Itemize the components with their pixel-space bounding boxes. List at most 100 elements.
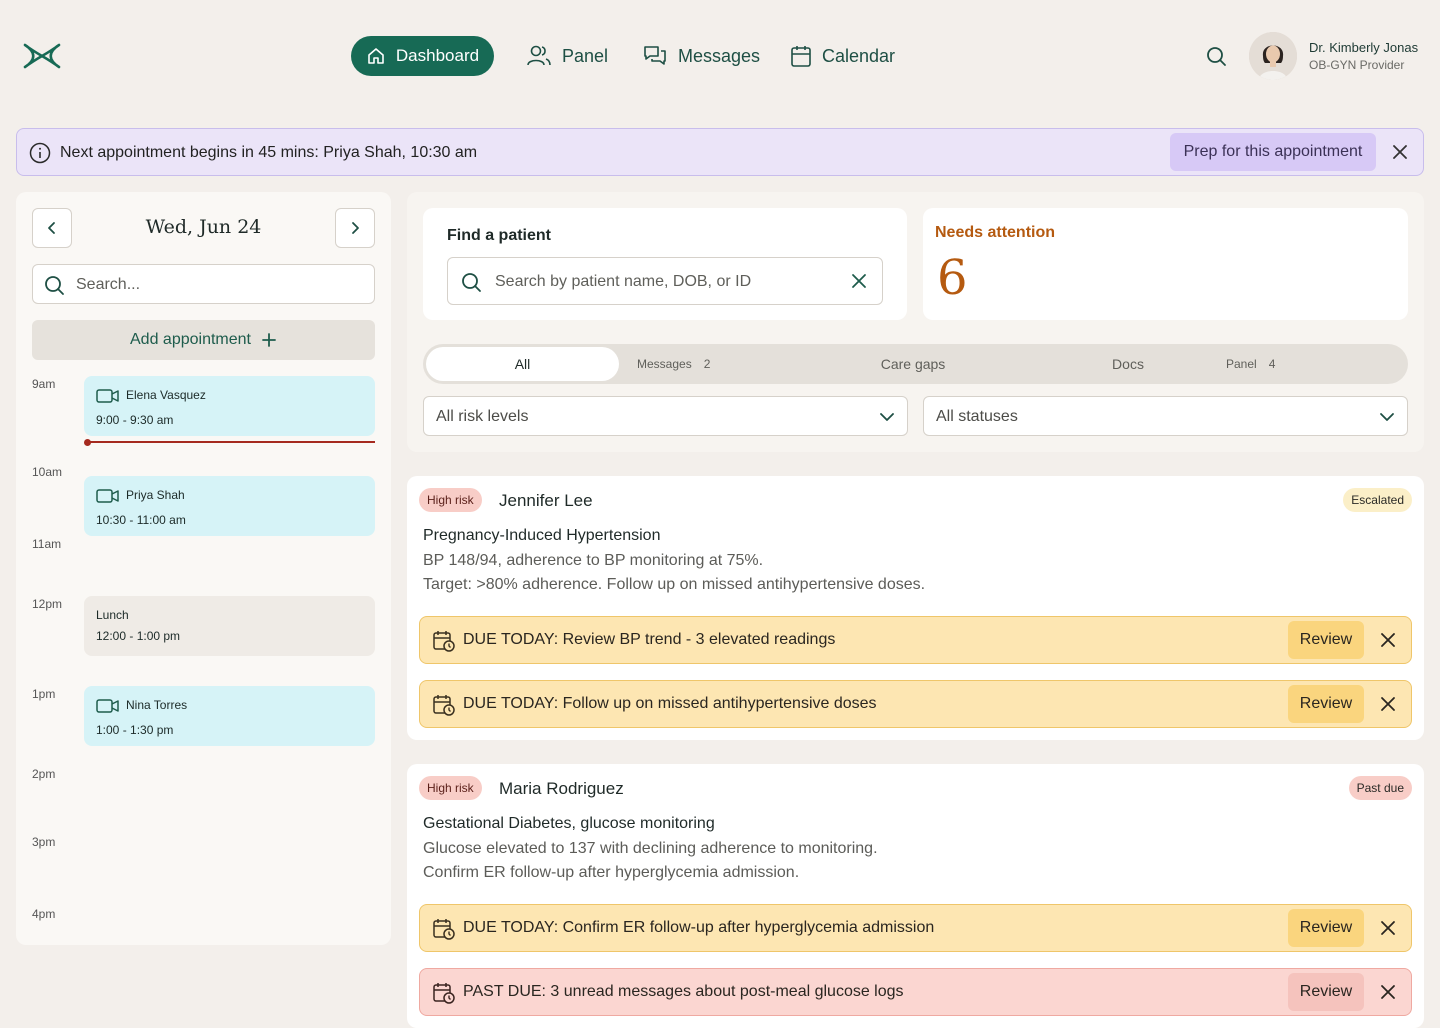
task-text: DUE TODAY: Review BP trend - 3 elevated …	[463, 631, 836, 648]
home-icon	[366, 46, 386, 66]
video-icon	[96, 698, 120, 714]
nav-panel[interactable]: Panel	[526, 36, 608, 76]
current-time-line	[88, 441, 375, 443]
close-icon[interactable]	[1379, 631, 1397, 649]
next-day-button[interactable]	[335, 208, 375, 248]
review-button[interactable]: Review	[1288, 621, 1364, 659]
info-icon	[29, 142, 51, 164]
status-select[interactable]: All statuses	[923, 396, 1408, 436]
clear-icon[interactable]	[851, 273, 867, 289]
patient-card[interactable]: High risk Jennifer Lee Escalated Pregnan…	[407, 476, 1424, 740]
add-appointment-button[interactable]: Add appointment	[32, 320, 375, 360]
tab-count: 2	[703, 357, 711, 371]
appointment-name: Priya Shah	[126, 488, 185, 502]
close-icon[interactable]	[1391, 143, 1409, 161]
schedule-search-input[interactable]: Search...	[32, 264, 375, 304]
time-label: 11am	[32, 537, 62, 551]
task-item: DUE TODAY: Confirm ER follow-up after hy…	[419, 904, 1412, 952]
close-icon[interactable]	[1379, 983, 1397, 1001]
calendar-clock-icon	[432, 693, 456, 717]
nav-messages[interactable]: Messages	[642, 36, 760, 76]
status-badge: Escalated	[1343, 488, 1412, 512]
banner-text: Next appointment begins in 45 mins: Priy…	[60, 144, 478, 161]
close-icon[interactable]	[1379, 695, 1397, 713]
review-button[interactable]: Review	[1288, 685, 1364, 723]
review-button[interactable]: Review	[1288, 973, 1364, 1011]
prep-appointment-button[interactable]: Prep for this appointment	[1170, 133, 1376, 171]
chat-icon	[642, 43, 668, 69]
patient-name[interactable]: Jennifer Lee	[499, 491, 593, 511]
review-button[interactable]: Review	[1288, 909, 1364, 947]
patient-card[interactable]: High risk Maria Rodriguez Past due Gesta…	[407, 764, 1424, 1028]
patient-description: Target: >80% adherence. Follow up on mis…	[423, 576, 926, 593]
time-label: 2pm	[32, 767, 56, 781]
tab-label: Care gaps	[880, 356, 946, 372]
nav-calendar[interactable]: Calendar	[790, 36, 895, 76]
tab-count: 4	[1268, 357, 1276, 371]
plus-icon	[261, 332, 277, 348]
task-item: DUE TODAY: Follow up on missed antihyper…	[419, 680, 1412, 728]
chevron-down-icon	[879, 409, 895, 425]
nav-label: Panel	[562, 45, 609, 66]
patient-name[interactable]: Maria Rodriguez	[499, 779, 624, 799]
tab-label: Panel	[1226, 357, 1257, 371]
avatar[interactable]	[1249, 32, 1297, 80]
task-item: DUE TODAY: Review BP trend - 3 elevated …	[419, 616, 1412, 664]
appointment-card[interactable]: Nina Torres 1:00 - 1:30 pm	[84, 686, 375, 746]
task-text: DUE TODAY: Follow up on missed antihyper…	[463, 695, 877, 712]
patient-condition: Gestational Diabetes, glucose monitoring	[423, 815, 715, 832]
appointment-name: Nina Torres	[126, 698, 188, 712]
risk-level-select[interactable]: All risk levels	[423, 396, 908, 436]
video-icon	[96, 488, 120, 504]
filter-tabs: All Messages 2 Care gaps Docs Panel 4	[423, 344, 1408, 384]
task-text: DUE TODAY: Confirm ER follow-up after hy…	[463, 919, 935, 936]
patient-description: Glucose elevated to 137 with declining a…	[423, 840, 878, 857]
users-icon	[526, 44, 552, 68]
calendar-icon	[790, 44, 812, 68]
needs-attention-title: Needs attention	[935, 224, 1056, 241]
tab-label: Messages	[637, 357, 692, 371]
task-text: PAST DUE: 3 unread messages about post-m…	[463, 983, 904, 1000]
tab-label: Docs	[1112, 356, 1144, 372]
risk-level-value: All risk levels	[436, 408, 529, 425]
status-value: All statuses	[936, 408, 1018, 425]
calendar-clock-icon	[432, 917, 456, 941]
tab-care-gaps[interactable]: Care gaps	[863, 344, 963, 384]
nav-label: Dashboard	[395, 46, 480, 65]
patient-condition: Pregnancy-Induced Hypertension	[423, 527, 661, 544]
time-label: 12pm	[32, 597, 63, 611]
time-label: 10am	[32, 465, 63, 479]
tab-all[interactable]: All	[426, 347, 619, 381]
time-label: 4pm	[32, 907, 56, 921]
patient-description: BP 148/94, adherence to BP monitoring at…	[423, 552, 764, 569]
search-icon	[460, 271, 482, 293]
needs-attention-card[interactable]: Needs attention 6	[923, 208, 1408, 320]
tab-panel[interactable]: Panel 4	[1226, 344, 1306, 384]
nav-label: Calendar	[822, 45, 896, 66]
search-icon[interactable]	[1205, 45, 1227, 67]
needs-attention-count: 6	[937, 250, 968, 306]
nav-dashboard[interactable]: Dashboard	[351, 36, 494, 76]
app-logo[interactable]	[22, 42, 62, 70]
user-name: Dr. Kimberly Jonas	[1309, 40, 1419, 55]
appointment-name: Lunch	[96, 608, 129, 622]
appointment-card[interactable]: Priya Shah 10:30 - 11:00 am	[84, 476, 375, 536]
tab-label: All	[514, 356, 531, 372]
close-icon[interactable]	[1379, 919, 1397, 937]
time-label: 3pm	[32, 835, 56, 849]
tab-messages[interactable]: Messages 2	[637, 344, 737, 384]
nav-label: Messages	[678, 45, 761, 66]
appointment-time: 10:30 - 11:00 am	[96, 513, 186, 527]
chevron-down-icon	[1379, 409, 1395, 425]
time-label: 9am	[32, 377, 56, 391]
risk-badge: High risk	[419, 776, 482, 800]
patient-search-input[interactable]: Search by patient name, DOB, or ID	[447, 257, 883, 305]
status-badge: Past due	[1348, 776, 1412, 800]
patient-search-placeholder: Search by patient name, DOB, or ID	[495, 273, 752, 290]
tab-docs[interactable]: Docs	[1078, 344, 1178, 384]
find-patient-title: Find a patient	[447, 227, 551, 244]
lunch-block[interactable]: Lunch 12:00 - 1:00 pm	[84, 596, 375, 656]
chevron-right-icon	[348, 221, 362, 235]
patient-description: Confirm ER follow-up after hyperglycemia…	[423, 864, 800, 881]
appointment-card[interactable]: Elena Vasquez 9:00 - 9:30 am	[84, 376, 375, 436]
